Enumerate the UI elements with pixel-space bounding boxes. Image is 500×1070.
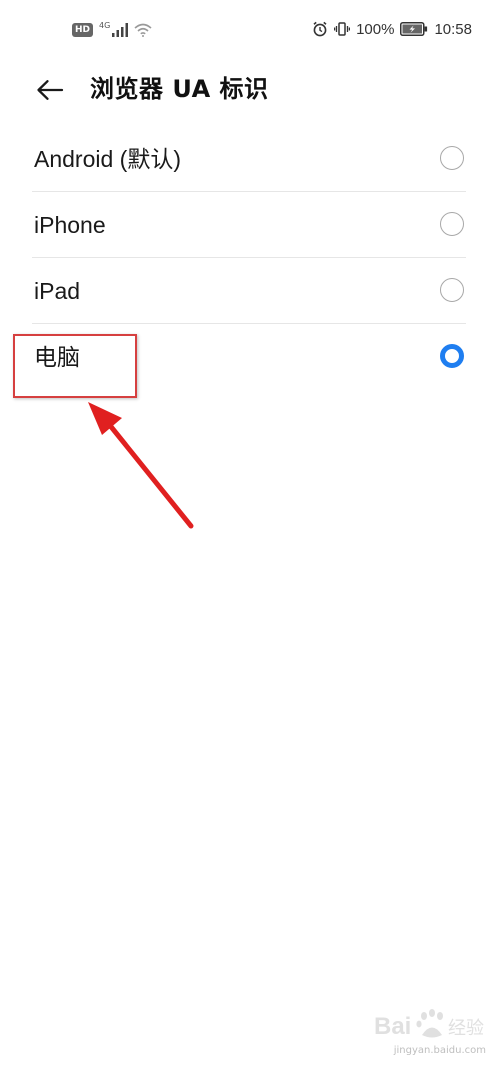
status-bar: HD 4G 100% 10:58 — [0, 0, 500, 58]
radio-button-iphone[interactable] — [440, 212, 464, 236]
svg-text:Bai: Bai — [374, 1013, 411, 1040]
page-title: 浏览器 UA 标识 — [90, 75, 269, 103]
back-arrow-icon — [37, 80, 64, 100]
radio-button-android[interactable] — [440, 146, 464, 170]
alarm-icon — [313, 21, 327, 37]
svg-text:经验: 经验 — [448, 1018, 484, 1039]
vibrate-icon — [334, 22, 351, 36]
status-bar-right: 100% 10:58 — [312, 18, 472, 40]
battery-percent: 100% — [356, 20, 395, 38]
radio-button-desktop-selected[interactable] — [440, 344, 464, 368]
status-bar-left: HD 4G — [72, 20, 152, 40]
baidu-jingyan-watermark: Bai 经验 jingyan.baidu.com — [374, 1004, 486, 1056]
hd-badge: HD — [72, 23, 94, 37]
clock: 10:58 — [434, 20, 472, 38]
baidu-paw-logo-icon: Bai 经验 — [374, 1009, 484, 1040]
option-label-android: Android (默认) — [34, 146, 181, 172]
network-type: 4G — [99, 20, 111, 30]
option-row-android[interactable]: Android (默认) — [0, 126, 500, 192]
option-label-ipad: iPad — [34, 278, 81, 304]
back-button[interactable] — [30, 72, 70, 108]
wifi-icon — [134, 23, 152, 37]
app-header: 浏览器 UA 标识 — [0, 58, 500, 122]
signal-icon — [112, 23, 129, 37]
option-label-desktop: 电脑 — [34, 344, 80, 370]
battery-charging-icon — [400, 22, 428, 36]
option-row-desktop[interactable]: 电脑 — [0, 324, 500, 390]
watermark-url: jingyan.baidu.com — [393, 1045, 486, 1056]
radio-button-ipad[interactable] — [440, 278, 464, 302]
ua-option-list: Android (默认) iPhone iPad 电脑 — [0, 126, 500, 390]
option-label-iphone: iPhone — [34, 212, 106, 238]
option-row-ipad[interactable]: iPad — [0, 258, 500, 324]
option-row-iphone[interactable]: iPhone — [0, 192, 500, 258]
